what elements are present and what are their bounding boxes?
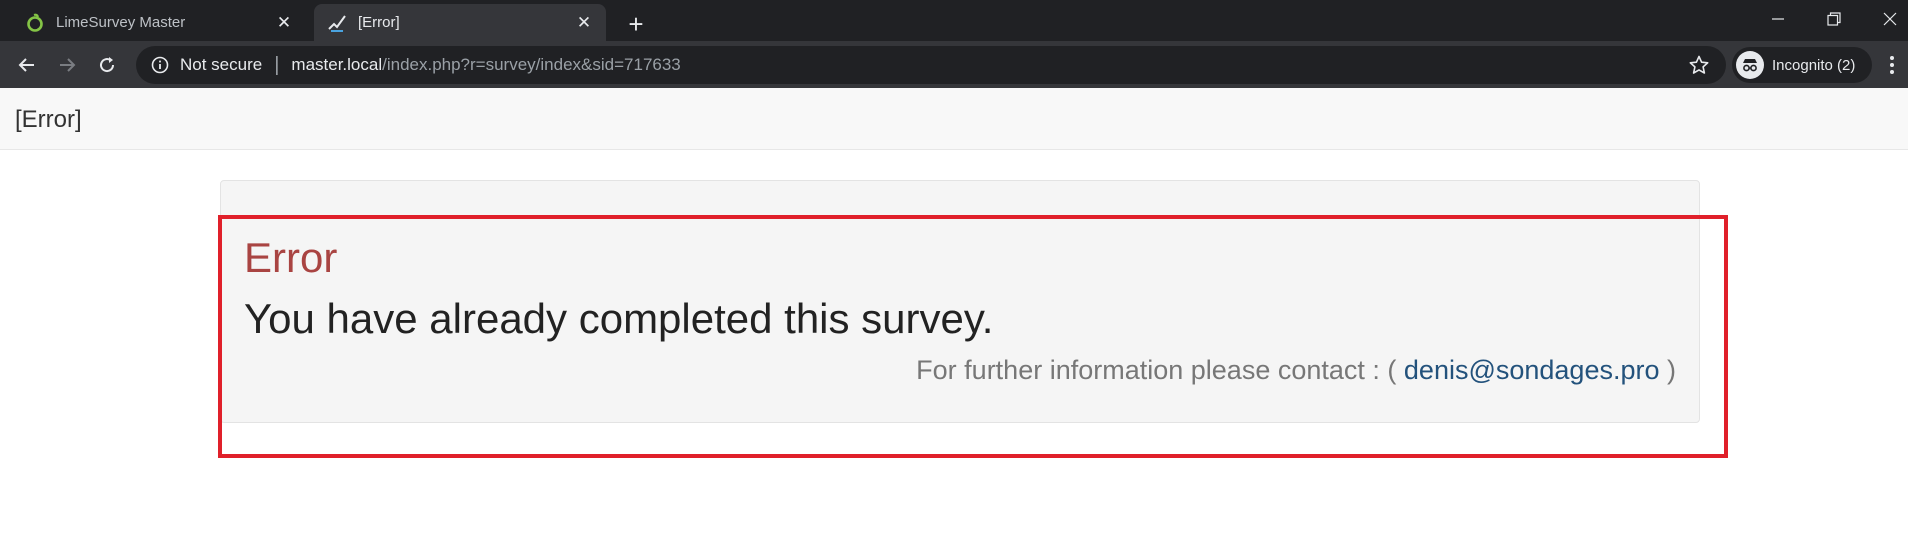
plus-icon[interactable]: + [620, 8, 652, 40]
window-close-icon[interactable] [1862, 0, 1908, 38]
limesurvey-favicon-icon [24, 12, 46, 34]
contact-suffix: ) [1667, 355, 1676, 385]
tab-title: [Error] [358, 14, 400, 31]
error-message: You have already completed this survey. [244, 295, 994, 342]
tab-title: LimeSurvey Master [56, 14, 186, 31]
error-favicon-icon [326, 12, 348, 34]
security-status-label: Not secure [180, 55, 263, 74]
incognito-icon [1736, 51, 1764, 79]
browser-toolbar: Not secure | master.local /index.php?r=s… [0, 41, 1908, 88]
close-icon[interactable]: ✕ [270, 9, 298, 37]
forward-arrow-icon[interactable] [50, 48, 84, 82]
contact-prefix: For further information please contact :… [916, 355, 1397, 385]
tab-error[interactable]: [Error] ✕ [314, 4, 606, 41]
address-separator: | [274, 53, 280, 76]
kebab-menu-icon[interactable] [1880, 48, 1904, 82]
incognito-label: Incognito (2) [1772, 56, 1856, 74]
contact-info: For further information please contact :… [916, 355, 1676, 386]
page-navbar: [Error] [0, 88, 1908, 150]
minimize-icon[interactable] [1750, 0, 1806, 38]
error-heading: Error [244, 234, 338, 281]
page-title: [Error] [15, 106, 82, 133]
reload-icon[interactable] [90, 48, 124, 82]
tab-limesurvey-master[interactable]: LimeSurvey Master ✕ [12, 4, 306, 41]
contact-email-link[interactable]: denis@sondages.pro [1404, 355, 1660, 385]
star-icon[interactable] [1688, 54, 1710, 76]
back-arrow-icon[interactable] [10, 48, 44, 82]
browser-tab-bar: LimeSurvey Master ✕ [Error] ✕ + [0, 0, 1908, 41]
url-host: master.local [291, 55, 383, 74]
incognito-indicator[interactable]: Incognito (2) [1732, 47, 1872, 83]
url-path: /index.php?r=survey/index&sid=717633 [382, 55, 681, 74]
close-icon[interactable]: ✕ [570, 9, 598, 37]
address-bar[interactable]: Not secure | master.local /index.php?r=s… [136, 46, 1726, 84]
info-icon[interactable] [150, 55, 170, 75]
restore-icon[interactable] [1806, 0, 1862, 38]
